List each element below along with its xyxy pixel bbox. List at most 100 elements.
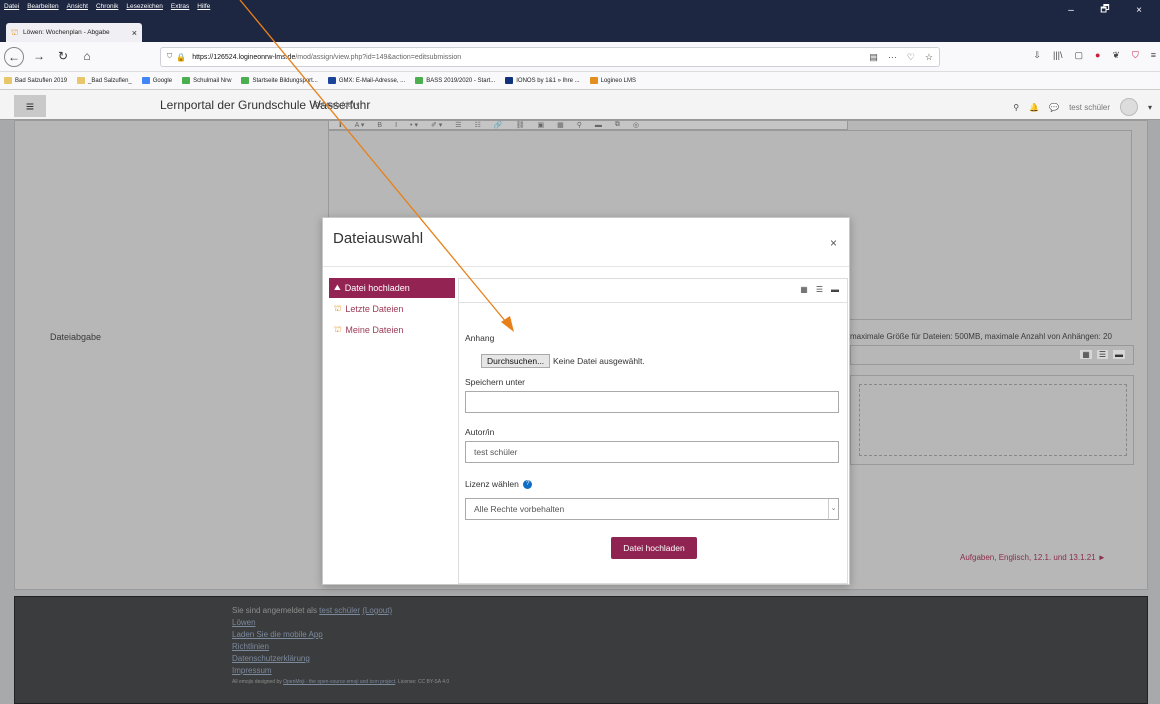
- logged-in-info: Sie sind angemeldet als test schüler (Lo…: [232, 605, 449, 617]
- editor-tool-icon[interactable]: ▣: [537, 121, 544, 129]
- window-close-icon[interactable]: ×: [1122, 5, 1156, 16]
- ublock-icon[interactable]: ●: [1095, 50, 1100, 61]
- footer-link[interactable]: Datenschutzerklärung: [232, 653, 449, 665]
- next-activity-link[interactable]: Aufgaben, Englisch, 12.1. und 13.1.21 ►: [960, 553, 1106, 562]
- save-as-input[interactable]: [465, 391, 839, 413]
- bookmark-favicon-icon: [327, 77, 336, 84]
- home-button[interactable]: ⌂: [78, 49, 96, 63]
- messages-icon[interactable]: 💬: [1049, 103, 1059, 112]
- editor-tool-icon[interactable]: ▦: [557, 121, 564, 129]
- editor-tool-icon[interactable]: ⧉: [615, 121, 620, 129]
- repository-item-3[interactable]: ⛫ Meine Dateien: [329, 320, 455, 340]
- restore-icon[interactable]: 🗗: [1088, 2, 1122, 19]
- folder-view-icon[interactable]: ▬: [831, 285, 839, 294]
- upload-file-button[interactable]: Datei hochladen: [611, 537, 697, 559]
- pocket-icon[interactable]: ♡: [907, 52, 915, 63]
- footer-link[interactable]: Richtlinien: [232, 641, 449, 653]
- editor-tool-icon[interactable]: • ▾: [410, 121, 418, 129]
- search-icon[interactable]: ⚲: [1013, 103, 1019, 112]
- menu-item-bearbeiten[interactable]: Bearbeiten: [27, 3, 58, 10]
- browser-tab[interactable]: ⛫ Löwen: Wochenplan - Abgabe ×: [6, 23, 142, 42]
- list-view-icon[interactable]: ☰: [816, 285, 823, 294]
- app-menu-icon[interactable]: ≡: [1151, 50, 1156, 61]
- repository-item-2[interactable]: ⛫ Letzte Dateien: [329, 299, 455, 319]
- bookmark-item[interactable]: Google: [141, 77, 172, 84]
- notification-bell-icon[interactable]: 🔔: [1029, 103, 1039, 112]
- panel-toolbar: ▦ ☰ ▬: [459, 279, 847, 303]
- bookmark-star-icon[interactable]: ☆: [925, 52, 933, 63]
- bookmark-item[interactable]: IONOS by 1&1 » Ihre ...: [505, 77, 580, 84]
- editor-tool-icon[interactable]: ⚲: [577, 121, 582, 129]
- footer-user-link[interactable]: test schüler: [319, 606, 360, 615]
- editor-tool-icon[interactable]: ☰: [455, 121, 461, 129]
- editor-tool-icon[interactable]: ℹ: [339, 121, 342, 129]
- footer-link[interactable]: Löwen: [232, 617, 449, 629]
- editor-tool-icon[interactable]: B: [377, 122, 382, 129]
- menu-item-extras[interactable]: Extras: [171, 3, 189, 10]
- close-icon[interactable]: ×: [830, 236, 837, 250]
- help-icon[interactable]: ?: [523, 480, 533, 490]
- editor-tool-icon[interactable]: ◎: [633, 121, 639, 129]
- lock-icon[interactable]: 🔒: [176, 53, 186, 62]
- downloads-icon[interactable]: ⇩: [1033, 50, 1041, 61]
- page-actions-icon[interactable]: ···: [888, 52, 897, 63]
- file-dropzone[interactable]: [850, 375, 1134, 465]
- back-button[interactable]: ←: [4, 47, 24, 67]
- reader-view-icon[interactable]: ▤: [869, 52, 878, 63]
- bookmarks-bar: Bad Salzuflen 2019 _Bad Salzuflen_ Google S…: [0, 72, 1160, 90]
- menu-item-hilfe[interactable]: Hilfe: [197, 3, 210, 10]
- openmoji-link[interactable]: OpenMoji - the open-source emoji and ico…: [283, 679, 395, 685]
- bookmark-item[interactable]: _Bad Salzuflen_: [77, 77, 132, 84]
- filemanager-toolbar: ▦ ☰ ▬: [850, 345, 1134, 365]
- avatar[interactable]: [1119, 98, 1138, 116]
- bookmark-item[interactable]: Logineo LMS: [589, 77, 636, 84]
- bookmark-item[interactable]: GMX: E-Mail-Adresse, ...: [327, 77, 405, 84]
- language-menu[interactable]: Deutsch (de) ▾: [314, 101, 360, 109]
- author-input[interactable]: test schüler: [465, 441, 839, 463]
- bookmark-item[interactable]: Bad Salzuflen 2019: [4, 77, 67, 84]
- editor-tool-icon[interactable]: I: [395, 122, 397, 129]
- menu-item-datei[interactable]: Datei: [4, 3, 19, 10]
- chevron-down-icon[interactable]: ⌄: [828, 499, 838, 519]
- editor-tool-icon[interactable]: ☷: [475, 121, 481, 129]
- footer-link[interactable]: Laden Sie die mobile App: [232, 629, 449, 641]
- library-icon[interactable]: |||\: [1053, 50, 1063, 61]
- bookmark-favicon-icon: [505, 77, 514, 84]
- menu-item-ansicht[interactable]: Ansicht: [67, 3, 88, 10]
- user-menu-chevron-icon[interactable]: ▾: [1148, 103, 1152, 112]
- footer-link[interactable]: Impressum: [232, 665, 449, 677]
- emoji-credit-prefix: All emojis designed by: [232, 679, 284, 685]
- bookmark-favicon-icon: [182, 77, 191, 84]
- editor-tool-icon[interactable]: ⛓: [516, 121, 525, 129]
- sidebar-icon[interactable]: ▢: [1074, 50, 1083, 61]
- forward-button[interactable]: →: [30, 49, 48, 63]
- editor-tool-icon[interactable]: ▬: [595, 122, 602, 129]
- editor-tool-icon[interactable]: ✐ ▾: [431, 121, 442, 129]
- editor-tool-icon[interactable]: 🔗: [494, 121, 503, 129]
- tab-close-icon[interactable]: ×: [132, 28, 137, 38]
- reload-button[interactable]: ↻: [54, 49, 72, 63]
- bookmark-item[interactable]: Schulmail Nrw: [182, 77, 231, 84]
- menu-item-chronik[interactable]: Chronik: [96, 3, 118, 10]
- editor-tool-icon[interactable]: A ▾: [355, 121, 365, 129]
- grid-view-icon[interactable]: ▦: [1080, 350, 1092, 359]
- url-bar[interactable]: ⛉ 🔒 https://126524.logineonrw-lms.de /mo…: [160, 47, 940, 67]
- shield-icon[interactable]: ⛉: [167, 53, 172, 61]
- repository-item-1[interactable]: ⛰ Datei hochladen: [329, 278, 455, 298]
- browse-button[interactable]: Durchsuchen...: [481, 354, 551, 368]
- hamburger-menu-button[interactable]: ≡: [14, 95, 46, 117]
- list-view-icon[interactable]: ☰: [1096, 350, 1108, 359]
- bookmark-item[interactable]: Startseite Bildungsport...: [241, 77, 318, 84]
- user-name[interactable]: test schüler: [1069, 103, 1110, 112]
- folder-view-icon[interactable]: ▬: [1113, 350, 1125, 359]
- bookmark-item[interactable]: BASS 2019/2020 - Start...: [415, 77, 495, 84]
- shield-extension-icon[interactable]: ⛉: [1132, 50, 1139, 61]
- dialog-divider: [323, 266, 849, 267]
- minimize-icon[interactable]: –: [1054, 5, 1088, 16]
- logout-link[interactable]: (Logout): [362, 606, 392, 615]
- grid-view-icon[interactable]: ▦: [800, 285, 808, 294]
- menu-item-lesezeichen[interactable]: Lesezeichen: [126, 3, 163, 10]
- bookmark-favicon-icon: [77, 77, 86, 84]
- extension-icon[interactable]: ❦: [1112, 50, 1120, 61]
- license-select[interactable]: Alle Rechte vorbehalten ⌄: [465, 498, 839, 520]
